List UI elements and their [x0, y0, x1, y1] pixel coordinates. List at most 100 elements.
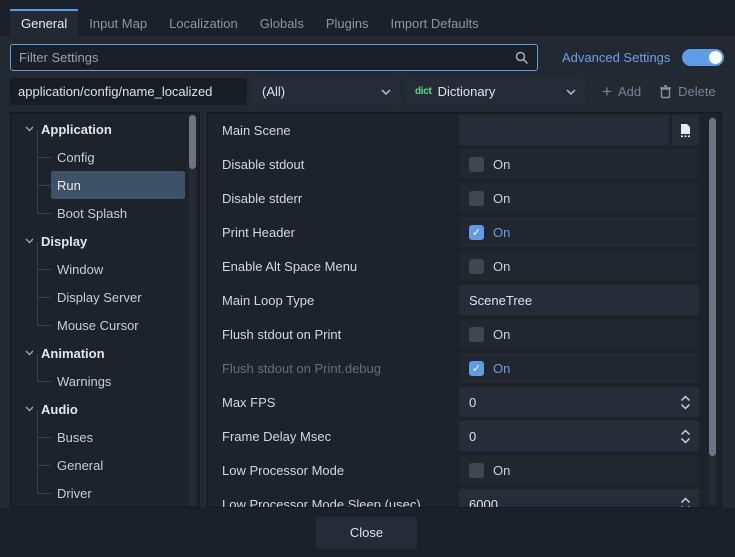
- scrollbar-thumb[interactable]: [189, 115, 196, 169]
- checkbox-unchecked[interactable]: [469, 259, 484, 274]
- property-label: Enable Alt Space Menu: [208, 259, 459, 274]
- spinbox-field[interactable]: 6000: [459, 489, 699, 508]
- on-label: On: [493, 191, 510, 206]
- chevron-down-icon: [25, 350, 34, 356]
- tree-item-warnings[interactable]: Warnings: [51, 367, 185, 395]
- tree-item-label: Buses: [57, 430, 93, 445]
- property-label: Print Header: [208, 225, 459, 240]
- text-field[interactable]: SceneTree: [459, 285, 699, 315]
- property-type-dropdown[interactable]: dict Dictionary: [406, 78, 585, 105]
- tab-general-label: General: [21, 16, 67, 31]
- property-row-flush-stdout-on-print: Flush stdout on Print On: [208, 317, 721, 351]
- close-button[interactable]: Close: [316, 517, 417, 549]
- tree-item-general[interactable]: General: [51, 451, 185, 479]
- tree-item-buses[interactable]: Buses: [51, 423, 185, 451]
- tab-input-map[interactable]: Input Map: [78, 9, 158, 36]
- property-path-input[interactable]: [10, 78, 247, 105]
- feature-filter-value: (All): [262, 84, 285, 99]
- tree-item-config[interactable]: Config: [51, 143, 185, 171]
- properties-list: Main SceneDisable stdoutOnDisable stderr…: [208, 113, 721, 508]
- spin-stepper[interactable]: [680, 497, 691, 509]
- tab-plugins-label: Plugins: [326, 16, 369, 31]
- feature-filter-dropdown[interactable]: (All): [253, 78, 400, 105]
- tree-item-display-server[interactable]: Display Server: [51, 283, 185, 311]
- tree-item-run[interactable]: Run: [51, 171, 185, 199]
- tab-plugins[interactable]: Plugins: [315, 9, 380, 36]
- chevron-down-icon: [381, 89, 391, 95]
- on-label: On: [493, 225, 510, 240]
- tree-item-window[interactable]: Window: [51, 255, 185, 283]
- tab-localization[interactable]: Localization: [158, 9, 249, 36]
- dictionary-type-icon: dict: [415, 86, 432, 97]
- property-label: Disable stdout: [208, 157, 459, 172]
- filter-settings-searchbox[interactable]: [10, 44, 538, 71]
- chevron-down-icon: [25, 406, 34, 412]
- tree-item-label: Run: [57, 178, 81, 193]
- sidebar-scrollbar[interactable]: [189, 115, 196, 507]
- on-label: On: [493, 327, 510, 342]
- tree-item-label: Window: [57, 262, 103, 277]
- tab-input-map-label: Input Map: [89, 16, 147, 31]
- file-path-cell: [459, 115, 699, 145]
- tab-import-defaults[interactable]: Import Defaults: [379, 9, 489, 36]
- file-path-field[interactable]: [459, 115, 669, 145]
- advanced-settings-toggle[interactable]: [682, 49, 724, 66]
- tree-item-label: Driver: [57, 486, 92, 501]
- checkbox-unchecked[interactable]: [469, 157, 484, 172]
- spin-arrows-icon: [680, 497, 691, 509]
- tree-item-label: Config: [57, 150, 95, 165]
- spin-stepper[interactable]: [680, 429, 691, 444]
- filter-row: Advanced Settings: [10, 44, 725, 71]
- inspector-scrollbar[interactable]: [709, 116, 716, 506]
- tree-item-label: Warnings: [57, 374, 111, 389]
- checkbox-cell: ✓ On: [459, 217, 699, 247]
- spinbox-value: 6000: [469, 497, 498, 509]
- add-property-button[interactable]: + Add: [593, 78, 650, 105]
- toggle-knob: [709, 51, 722, 64]
- checkbox-cell: On: [459, 183, 699, 213]
- tab-globals-label: Globals: [260, 16, 304, 31]
- checkbox-unchecked[interactable]: [469, 191, 484, 206]
- spin-stepper[interactable]: [680, 395, 691, 410]
- tab-globals[interactable]: Globals: [249, 9, 315, 36]
- property-label: Max FPS: [208, 395, 459, 410]
- search-icon: [515, 51, 529, 65]
- property-row-enable-alt-space-menu: Enable Alt Space MenuOn: [208, 249, 721, 283]
- on-label: On: [493, 361, 510, 376]
- tree-item-label: General: [57, 458, 103, 473]
- tree-item-driver[interactable]: Driver: [51, 479, 185, 507]
- chevron-down-icon: [25, 126, 34, 132]
- property-row-print-header: Print Header ✓ On: [208, 215, 721, 249]
- property-row-frame-delay-msec: Frame Delay Msec0: [208, 419, 721, 453]
- settings-tree: ApplicationConfigRunBoot SplashDisplayWi…: [11, 113, 199, 507]
- tree-item-mouse-cursor[interactable]: Mouse Cursor: [51, 311, 185, 339]
- settings-properties-panel: Main SceneDisable stdoutOnDisable stderr…: [207, 112, 722, 508]
- delete-property-button[interactable]: Delete: [650, 78, 725, 105]
- tree-item-label: Mouse Cursor: [57, 318, 139, 333]
- property-row-disable-stdout: Disable stdoutOn: [208, 147, 721, 181]
- property-row-low-processor-mode-sleep-usec: Low Processor Mode Sleep (usec) 6000: [208, 487, 721, 508]
- chevron-down-icon: [25, 238, 34, 244]
- checkbox-unchecked[interactable]: [469, 327, 484, 342]
- checkbox-checked[interactable]: ✓: [469, 225, 484, 240]
- property-label: Disable stderr: [208, 191, 459, 206]
- scrollbar-thumb[interactable]: [709, 118, 716, 456]
- property-row-flush-stdout-on-print-debug: Flush stdout on Print.debug✓On: [208, 351, 721, 385]
- property-row-low-processor-mode: Low Processor ModeOn: [208, 453, 721, 487]
- checkbox-cell: On: [459, 319, 699, 349]
- property-label: Main Loop Type: [208, 293, 459, 308]
- property-label: Flush stdout on Print: [208, 327, 459, 342]
- spinbox-field[interactable]: 0: [459, 387, 699, 417]
- checkbox-unchecked[interactable]: [469, 463, 484, 478]
- on-label: On: [493, 463, 510, 478]
- trash-icon: [659, 85, 672, 99]
- browse-file-button[interactable]: [672, 115, 699, 145]
- property-label: Low Processor Mode Sleep (usec): [208, 497, 459, 509]
- filter-settings-input[interactable]: [19, 50, 515, 65]
- tab-general[interactable]: General: [10, 9, 78, 36]
- tree-item-label: Display Server: [57, 290, 142, 305]
- tab-localization-label: Localization: [169, 16, 238, 31]
- checkbox-checked[interactable]: ✓: [469, 361, 484, 376]
- spinbox-field[interactable]: 0: [459, 421, 699, 451]
- tree-item-boot-splash[interactable]: Boot Splash: [51, 199, 185, 227]
